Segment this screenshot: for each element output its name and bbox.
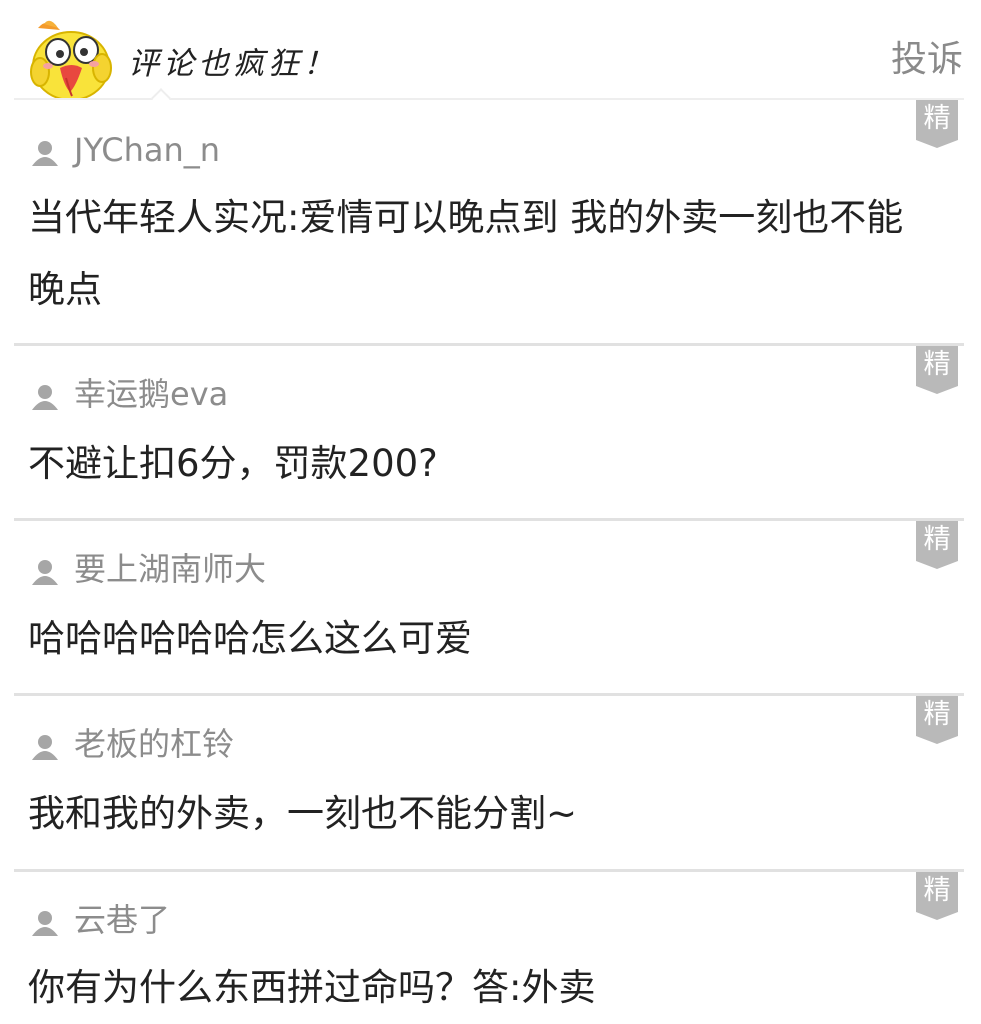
comment-item: 精 云巷了 你有为什么东西拼过命吗？答:外卖 — [14, 872, 964, 1020]
comment-item: 精 JYChan_n 当代年轻人实况:爱情可以晚点到 我的外卖一刻也不能晚点 — [14, 100, 964, 346]
comment-text: 我和我的外卖，一刻也不能分割~ — [28, 792, 578, 835]
comment-text: 哈哈哈哈哈哈怎么这么可爱 — [28, 617, 472, 660]
comment-item: 精 幸运鹅eva 不避让扣6分，罚款200? — [14, 346, 964, 521]
comments-header: 评论也疯狂！ 投诉 — [0, 0, 981, 108]
featured-badge: 精 — [916, 100, 958, 150]
featured-badge: 精 — [916, 521, 958, 571]
featured-badge: 精 — [916, 696, 958, 746]
comment-username[interactable]: JYChan_n — [74, 128, 220, 172]
comment-item: 精 要上湖南师大 哈哈哈哈哈哈怎么这么可爱 — [14, 521, 964, 696]
featured-badge-label: 精 — [923, 875, 951, 906]
featured-badge-label: 精 — [923, 699, 951, 730]
yellow-chick-mascot-icon — [26, 12, 116, 101]
comment-text: 当代年轻人实况:爱情可以晚点到 我的外卖一刻也不能晚点 — [28, 196, 904, 311]
comment-text: 你有为什么东西拼过命吗？答:外卖 — [28, 966, 596, 1009]
featured-badge-label: 精 — [923, 349, 951, 380]
comment-username[interactable]: 要上湖南师大 — [74, 547, 266, 591]
user-icon — [30, 384, 60, 410]
featured-badge-label: 精 — [923, 524, 951, 555]
comment-item: 精 老板的杠铃 我和我的外卖，一刻也不能分割~ — [14, 696, 964, 872]
user-icon — [30, 559, 60, 585]
comment-username[interactable]: 幸运鹅eva — [74, 372, 228, 416]
featured-badge-label: 精 — [923, 103, 951, 134]
user-icon — [30, 140, 60, 166]
featured-badge: 精 — [916, 346, 958, 396]
comment-text: 不避让扣6分，罚款200? — [28, 442, 438, 485]
user-icon — [30, 910, 60, 936]
user-icon — [30, 734, 60, 760]
featured-badge: 精 — [916, 872, 958, 922]
comment-username[interactable]: 老板的杠铃 — [74, 722, 234, 766]
report-button[interactable]: 投诉 — [891, 38, 963, 82]
comment-username[interactable]: 云巷了 — [74, 898, 170, 942]
header-title: 评论也疯狂！ — [128, 46, 338, 82]
